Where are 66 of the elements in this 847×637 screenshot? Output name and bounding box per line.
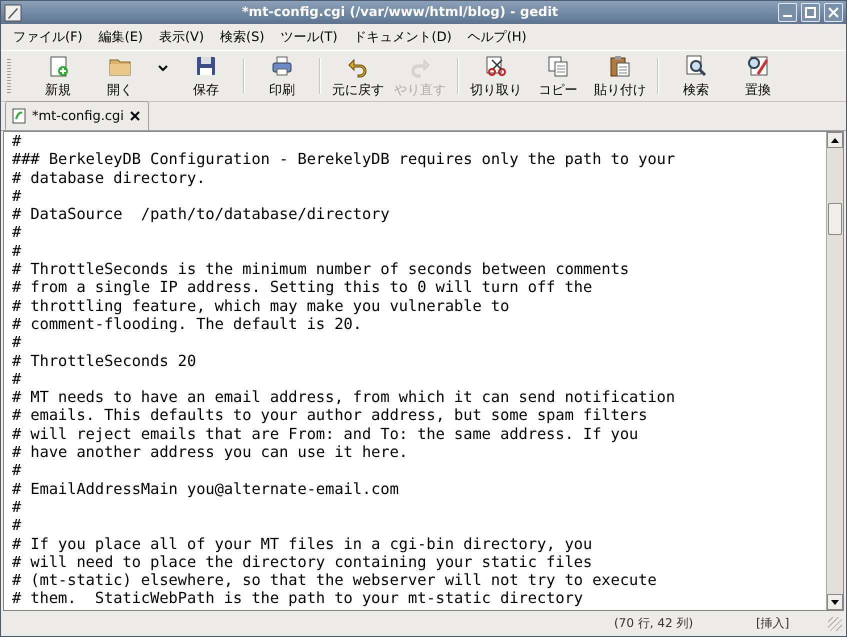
toolbar-button[interactable]: 検索 xyxy=(665,52,727,100)
code-line: # xyxy=(12,461,22,480)
code-line: # xyxy=(12,516,22,535)
search-icon xyxy=(684,54,708,78)
up-arrow-icon xyxy=(831,138,839,142)
code-line: # them. StaticWebPath is the path to your mt-static directory xyxy=(12,589,584,608)
toolbar-button[interactable]: 元に戻す xyxy=(327,52,389,100)
close-icon[interactable] xyxy=(130,111,140,121)
code-line: # MT needs to have an email address, from which it can send notification xyxy=(12,388,676,406)
code-line: # ThrottleSeconds is the minimum number of seconds between comments xyxy=(12,260,630,278)
resize-grip[interactable] xyxy=(828,616,842,630)
scroll-thumb[interactable] xyxy=(828,203,842,235)
toolbar-button[interactable]: 保存 xyxy=(175,52,237,100)
toolbar-button[interactable]: 切り取り xyxy=(465,52,527,100)
code-line: # EmailAddressMain you@alternate-email.com xyxy=(12,480,400,498)
code-line: # have another address you can use it here. xyxy=(12,443,410,462)
code-line: # will need to place the directory containing your static files xyxy=(12,552,594,572)
code-line: # emails. This defaults to your author address, but some spam filters xyxy=(12,406,648,425)
code-line: # from a single IP address. Setting this to 0 will turn off the xyxy=(12,278,594,297)
menu-item[interactable]: 検索(S) xyxy=(212,25,272,49)
scroll-down-button[interactable] xyxy=(827,594,843,610)
code-line: # If you place all of your MT files in a cgi-bin directory, you xyxy=(12,534,594,553)
code-line: ### BerkeleyDB Configuration - BerekelyDB requires only the path to your xyxy=(12,150,676,169)
copy-icon xyxy=(546,54,570,78)
window-title: *mt-config.cgi (/var/www/html/blog) - gedit xyxy=(240,5,560,20)
menu-item[interactable]: ツール(T) xyxy=(272,25,346,49)
printer-icon xyxy=(270,54,294,78)
maximize-icon[interactable] xyxy=(801,3,820,22)
code-line: # xyxy=(12,370,22,388)
down-arrow-icon xyxy=(831,600,839,604)
code-line: # database directory. xyxy=(12,168,206,187)
clipboard-icon xyxy=(608,54,632,78)
code-line: # xyxy=(12,223,22,242)
menu-item[interactable]: 表示(V) xyxy=(150,25,212,49)
code-line: # xyxy=(12,242,22,260)
document-icon xyxy=(12,108,26,124)
menu-item[interactable]: ヘルプ(H) xyxy=(460,25,535,49)
cursor-position: (70 行, 42 列) xyxy=(614,615,694,632)
code-line: # xyxy=(12,186,22,206)
tab-label: *mt-config.cgi xyxy=(32,108,124,124)
minimize-icon[interactable] xyxy=(778,3,797,22)
scissors-icon xyxy=(484,54,508,78)
code-line: # DataSource /path/to/database/directory xyxy=(12,205,391,224)
menu-item[interactable]: ファイル(F) xyxy=(5,25,91,49)
code-line: # ThrottleSeconds 20 xyxy=(12,352,198,370)
toolbar-button[interactable]: 開く xyxy=(89,52,151,100)
code-line: # (mt-static) elsewhere, so that the webserver will not try to execute xyxy=(12,571,658,590)
code-line: # comment-flooding. The default is 20. xyxy=(12,314,363,334)
code-line: # xyxy=(12,498,22,516)
pencil-icon xyxy=(4,4,22,22)
insert-mode: [挿入] xyxy=(756,615,790,632)
toolbar-button[interactable]: 置換 xyxy=(727,52,789,100)
scroll-up-button[interactable] xyxy=(827,132,843,148)
toolbar-button[interactable]: 新規 xyxy=(27,52,89,100)
document-tab[interactable]: *mt-config.cgi xyxy=(5,101,149,130)
toolbar-button[interactable]: コピー xyxy=(527,52,589,100)
toolbar-button[interactable]: 印刷 xyxy=(251,52,313,100)
menu-item[interactable]: ドキュメント(D) xyxy=(346,25,460,49)
code-line: # xyxy=(12,333,22,352)
code-line: # throttling feature, which may make you vulnerable to xyxy=(12,296,510,315)
code-line: # will reject emails that are From: and To: the same address. If you xyxy=(12,424,640,444)
caret-icon xyxy=(158,65,168,73)
menu-item[interactable]: 編集(E) xyxy=(90,25,151,49)
replace-icon xyxy=(746,54,770,78)
toolbar-button[interactable]: 貼り付け xyxy=(589,52,651,100)
code-line: # xyxy=(12,132,22,150)
